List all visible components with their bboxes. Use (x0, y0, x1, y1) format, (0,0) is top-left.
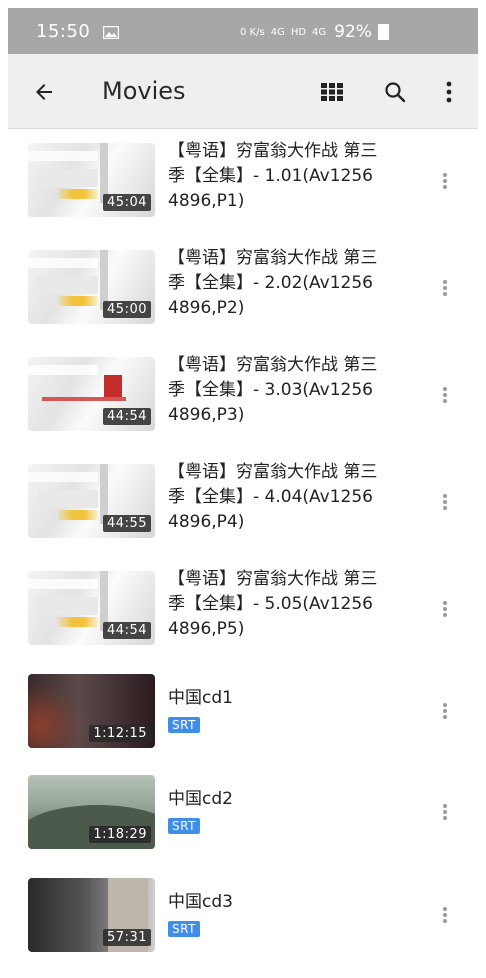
video-item[interactable]: 44:54 【粤语】穷富翁大作战 第三季【全集】- 3.03(Av1256489… (8, 353, 478, 453)
more-vert-icon (443, 907, 447, 923)
video-item[interactable]: 45:00 【粤语】穷富翁大作战 第三季【全集】- 2.02(Av1256489… (8, 246, 478, 346)
back-button[interactable] (28, 76, 60, 108)
thumbnail-art (48, 617, 108, 627)
signal-4g-1: 4G (270, 26, 285, 38)
video-title: 【粤语】穷富翁大作战 第三季【全集】- 4.04(Av12564896,P4) (168, 462, 378, 532)
item-more-button[interactable] (438, 169, 452, 193)
thumbnail-art (38, 490, 98, 508)
thumbnail-art (28, 258, 98, 268)
search-button[interactable] (380, 77, 410, 107)
battery-icon (377, 24, 389, 40)
video-item[interactable]: 45:04 【粤语】穷富翁大作战 第三季【全集】- 1.01(Av1256489… (8, 139, 478, 239)
duration-label: 1:12:15 (89, 725, 151, 742)
status-time: 15:50 (36, 21, 91, 42)
signal-4g-2: 4G (312, 26, 327, 38)
more-vert-icon (443, 387, 447, 403)
srt-badge: SRT (168, 818, 200, 834)
video-title: 【粤语】穷富翁大作战 第三季【全集】- 5.05(Av12564896,P5) (168, 569, 378, 639)
item-more-button[interactable] (438, 597, 452, 621)
thumbnail-art (28, 151, 98, 161)
item-more-button[interactable] (438, 276, 452, 300)
video-thumbnail[interactable]: 44:55 (28, 464, 155, 538)
more-vert-icon (443, 173, 447, 189)
status-bar: 15:50 0 K/s 4G HD 4G 92% (8, 8, 478, 54)
status-indicators: 0 K/s 4G HD 4G 92% (240, 22, 389, 42)
video-thumbnail[interactable]: 45:00 (28, 250, 155, 324)
item-more-button[interactable] (438, 383, 452, 407)
video-thumbnail[interactable]: 1:12:15 (28, 674, 155, 748)
toolbar: Movies (8, 54, 478, 129)
thumbnail-art (38, 597, 98, 615)
thumbnail-art (28, 674, 88, 748)
thumbnail-art (28, 579, 98, 589)
duration-label: 45:00 (103, 301, 151, 318)
more-vert-icon (443, 280, 447, 296)
more-vert-icon (443, 601, 447, 617)
video-item[interactable]: 44:54 【粤语】穷富翁大作战 第三季【全集】- 5.05(Av1256489… (8, 567, 478, 667)
srt-badge: SRT (168, 921, 200, 937)
duration-label: 1:18:29 (89, 826, 151, 843)
more-vert-icon (443, 804, 447, 820)
thumbnail-art (28, 365, 98, 375)
video-item[interactable]: 44:55 【粤语】穷富翁大作战 第三季【全集】- 4.04(Av1256489… (8, 460, 478, 560)
duration-label: 45:04 (103, 194, 151, 211)
arrow-back-icon (36, 84, 52, 100)
more-vert-icon (446, 81, 452, 103)
video-title: 【粤语】穷富翁大作战 第三季【全集】- 3.03(Av12564896,P3) (168, 355, 378, 425)
thumbnail-art (38, 276, 98, 294)
duration-label: 44:54 (103, 622, 151, 639)
thumbnail-art (42, 397, 126, 401)
thumbnail-art (38, 169, 98, 187)
video-thumbnail[interactable]: 57:31 (28, 878, 155, 952)
item-more-button[interactable] (438, 800, 452, 824)
duration-label: 57:31 (103, 929, 151, 946)
duration-label: 44:55 (103, 515, 151, 532)
thumbnail-art (48, 510, 108, 520)
image-notification-icon (103, 26, 119, 39)
search-icon (385, 82, 406, 103)
grid-view-icon (321, 83, 343, 101)
more-vert-icon (443, 703, 447, 719)
page-title: Movies (102, 77, 186, 105)
battery-percent: 92% (334, 22, 372, 42)
video-item[interactable]: 57:31 中国cd3 SRT (8, 878, 478, 978)
item-more-button[interactable] (438, 699, 452, 723)
thumbnail-art (48, 296, 108, 306)
video-title: 中国cd2 (168, 789, 233, 809)
video-title: 【粤语】穷富翁大作战 第三季【全集】- 1.01(Av12564896,P1) (168, 141, 378, 211)
video-title: 【粤语】穷富翁大作战 第三季【全集】- 2.02(Av12564896,P2) (168, 248, 378, 318)
video-title: 中国cd1 (168, 688, 233, 708)
overflow-menu-button[interactable] (436, 76, 462, 108)
item-more-button[interactable] (438, 903, 452, 927)
video-item[interactable]: 1:18:29 中国cd2 SRT (8, 775, 478, 875)
network-speed: 0 K/s (240, 26, 265, 38)
video-thumbnail[interactable]: 1:18:29 (28, 775, 155, 849)
video-item[interactable]: 1:12:15 中国cd1 SRT (8, 674, 478, 774)
hd-indicator: HD (290, 26, 307, 38)
grid-view-button[interactable] (318, 78, 346, 106)
srt-badge: SRT (168, 717, 200, 733)
duration-label: 44:54 (103, 408, 151, 425)
thumbnail-art (28, 472, 98, 482)
video-thumbnail[interactable]: 44:54 (28, 571, 155, 645)
video-title: 中国cd3 (168, 892, 233, 912)
more-vert-icon (443, 494, 447, 510)
thumbnail-art (48, 189, 108, 199)
item-more-button[interactable] (438, 490, 452, 514)
video-thumbnail[interactable]: 44:54 (28, 357, 155, 431)
video-thumbnail[interactable]: 45:04 (28, 143, 155, 217)
